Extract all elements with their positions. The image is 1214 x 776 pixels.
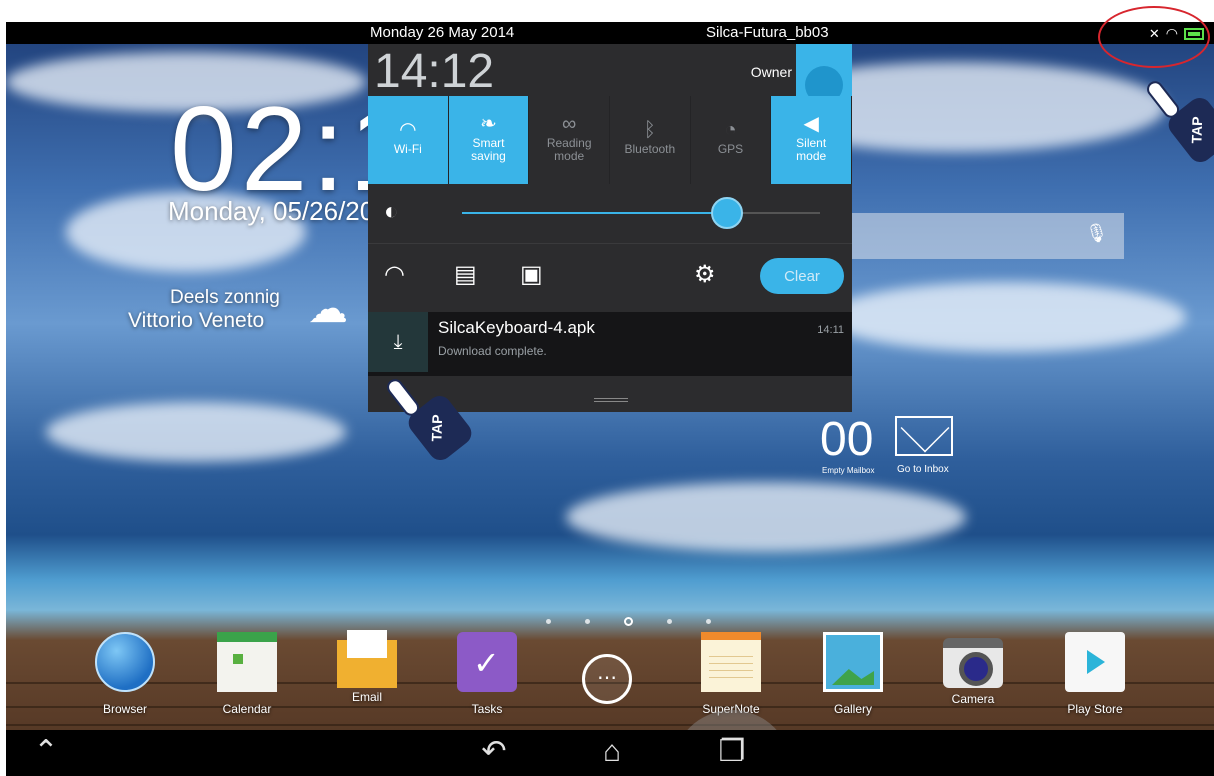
gallery-icon	[823, 632, 883, 692]
home-icon[interactable]: ⌂	[592, 734, 632, 770]
speaker-icon: ◀	[803, 112, 819, 135]
notification-title: SilcaKeyboard-4.apk	[438, 318, 595, 337]
download-notification[interactable]: ⤓ SilcaKeyboard-4.apk Download complete.…	[368, 312, 852, 376]
page-dot[interactable]	[624, 617, 633, 626]
brightness-icon[interactable]: ◐	[384, 198, 399, 226]
calendar-icon	[217, 632, 277, 692]
deck-plank	[6, 706, 1214, 708]
app-camera[interactable]: Camera	[928, 632, 1018, 706]
notification-panel[interactable]: 14:12 Owner ◠ Wi-Fi ❧ Smart saving ∞ Rea…	[368, 44, 853, 412]
app-email[interactable]: Email	[322, 630, 412, 704]
page-indicator[interactable]	[546, 617, 711, 626]
status-ssid: Silca-Futura_bb03	[706, 24, 829, 41]
app-label: Calendar	[222, 702, 272, 716]
partly-cloudy-icon: ☁	[308, 287, 348, 331]
weather-location[interactable]: Vittorio Veneto	[128, 309, 264, 333]
highlight-circle	[1098, 6, 1210, 68]
play-store-icon	[1065, 632, 1125, 692]
wifi-icon: ◠	[399, 119, 417, 141]
supernote-icon	[701, 632, 761, 692]
app-tasks[interactable]: Tasks	[442, 632, 532, 716]
brightness-row: ◐	[368, 184, 852, 244]
camera-icon	[943, 638, 1003, 688]
tap-label: TAP	[428, 414, 446, 442]
page-dot[interactable]	[667, 619, 672, 624]
app-label: Play Store	[1067, 702, 1123, 716]
quick-setting-silent-mode[interactable]: ◀ Silent mode	[771, 96, 853, 184]
cloud	[46, 402, 346, 462]
notification-subtitle: Download complete.	[438, 344, 547, 358]
avatar[interactable]	[796, 44, 852, 96]
app-gallery[interactable]: Gallery	[808, 632, 898, 716]
quick-setting-label: Wi-Fi	[393, 142, 422, 156]
gear-icon[interactable]: ⚙	[694, 260, 716, 289]
app-label: Camera	[951, 692, 995, 706]
quick-setting-smart-saving[interactable]: ❧ Smart saving	[448, 96, 530, 184]
owner-label[interactable]: Owner	[751, 64, 792, 80]
mail-label: Empty Mailbox	[822, 466, 875, 475]
app-play-store[interactable]: Play Store	[1050, 632, 1140, 716]
gps-icon: ◔	[724, 119, 737, 141]
deck-plank	[6, 724, 1214, 726]
download-icon: ⤓	[368, 312, 428, 372]
email-icon	[337, 630, 397, 688]
collapse-icon[interactable]: ⌃	[26, 734, 66, 770]
app-label: Browser	[102, 702, 147, 716]
leaf-icon: ❧	[480, 112, 497, 135]
panel-time: 14:12	[374, 45, 495, 98]
weather-condition[interactable]: Deels zonnig	[170, 287, 280, 309]
tap-hand-annotation: TAP	[383, 372, 477, 465]
bluetooth-icon: ᛒ	[643, 119, 656, 141]
navigation-bar: ⌃ ↶ ⌂ ❐	[6, 730, 1214, 776]
search-bar[interactable]: 🎙	[852, 213, 1124, 259]
quick-setting-reading-mode[interactable]: ∞ Reading mode	[529, 96, 611, 184]
app-label: Gallery	[833, 702, 872, 716]
app-label: Tasks	[471, 702, 503, 716]
quick-setting-gps[interactable]: ◔ GPS	[691, 96, 772, 184]
recent-apps-icon[interactable]: ❐	[712, 734, 752, 770]
quick-setting-label: Reading mode	[546, 135, 592, 163]
page-dot[interactable]	[546, 619, 551, 624]
back-icon[interactable]: ↶	[474, 734, 514, 770]
brightness-slider-knob[interactable]	[710, 197, 743, 229]
cloud	[826, 282, 1186, 352]
quick-setting-bluetooth[interactable]: ᛒ Bluetooth	[610, 96, 691, 184]
mail-count[interactable]: 00	[820, 412, 873, 467]
wifi-settings-icon[interactable]: ◠	[384, 260, 405, 289]
quick-setting-wifi[interactable]: ◠ Wi-Fi	[368, 96, 449, 184]
browser-icon	[95, 632, 155, 692]
cast-screen-icon[interactable]: ▣	[520, 260, 543, 289]
quick-setting-label: Smart saving	[471, 135, 506, 163]
status-date: Monday 26 May 2014	[370, 24, 515, 41]
quick-setting-label: Silent mode	[796, 135, 827, 163]
tap-hand-annotation: TAP	[1143, 74, 1214, 167]
inbox-link[interactable]: Go to Inbox	[897, 464, 949, 475]
cloud	[566, 482, 966, 552]
app-browser[interactable]: Browser	[80, 632, 170, 716]
brightness-slider[interactable]	[462, 197, 820, 229]
avatar-head	[805, 66, 843, 96]
microphone-icon[interactable]: 🎙	[1085, 223, 1108, 244]
panel-drag-handle[interactable]	[594, 398, 628, 402]
quick-settings[interactable]: ◠ Wi-Fi ❧ Smart saving ∞ Reading mode ᛒ …	[368, 96, 853, 184]
page-dot[interactable]	[706, 619, 711, 624]
app-supernote[interactable]: SuperNote	[686, 632, 776, 716]
status-bar[interactable]: Monday 26 May 2014 Silca-Futura_bb03 ✕ ◠	[6, 22, 1214, 44]
app-calendar[interactable]: Calendar	[202, 632, 292, 716]
date-widget: Monday, 05/26/20	[168, 196, 375, 226]
tasks-icon	[457, 632, 517, 692]
clear-button[interactable]: Clear	[760, 258, 844, 294]
app-label: Email	[351, 690, 382, 704]
tap-label: TAP	[1188, 116, 1206, 144]
audio-wizard-icon[interactable]: ▤	[454, 260, 477, 289]
quick-setting-label: GPS	[717, 142, 744, 156]
tools-row: ◠ ▤ ▣ ⚙ Clear	[368, 244, 852, 306]
glasses-icon: ∞	[562, 112, 577, 135]
envelope-icon[interactable]	[895, 416, 953, 456]
notification-time: 14:11	[817, 324, 844, 336]
all-apps-icon[interactable]: ⋯	[582, 654, 632, 704]
brightness-slider-fill	[462, 212, 727, 214]
quick-setting-label: Bluetooth	[624, 142, 676, 156]
page-dot[interactable]	[585, 619, 590, 624]
